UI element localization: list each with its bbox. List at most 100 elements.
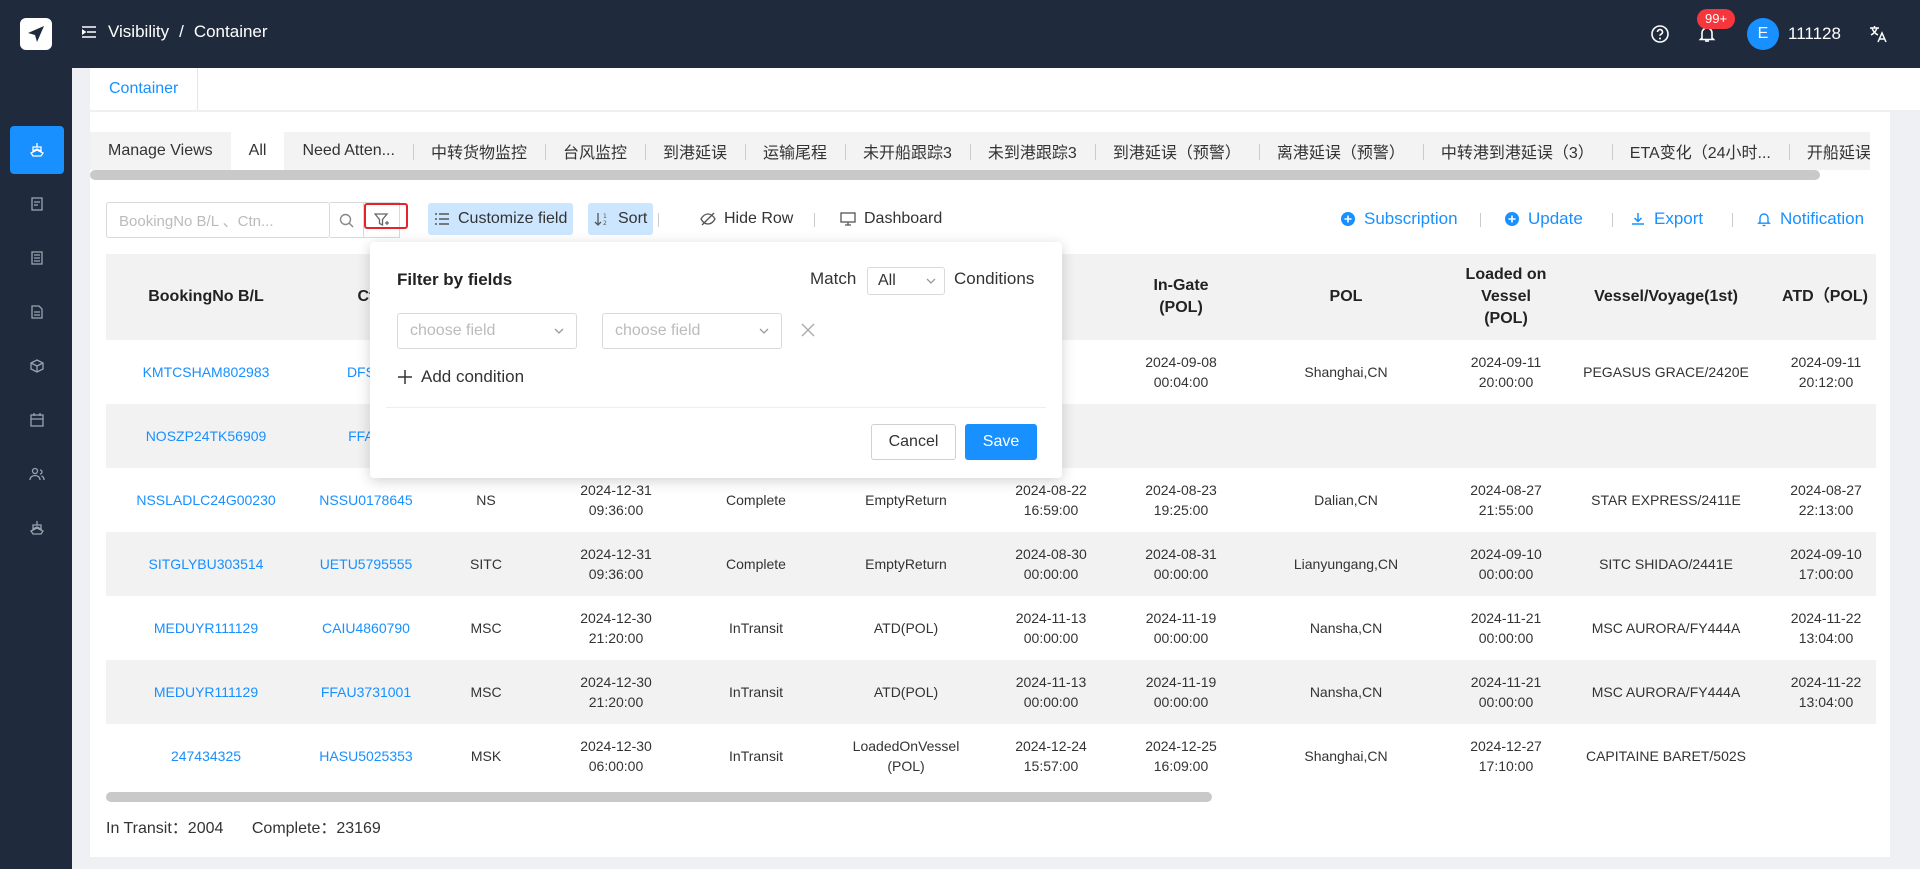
hide-row-button[interactable]: Hide Row bbox=[694, 203, 799, 235]
tab-view-7[interactable]: 未开船跟踪3 bbox=[845, 132, 970, 170]
search-icon bbox=[339, 213, 354, 227]
cell-atd-line2: 13:04:00 bbox=[1798, 630, 1854, 646]
plus-circle-icon bbox=[1505, 212, 1519, 226]
table-row[interactable]: SITGLYBU303514 UETU5795555 SITC 2024-12-31 0… bbox=[106, 532, 1876, 596]
sidebar-item-calendar[interactable] bbox=[10, 396, 64, 444]
avatar[interactable]: E bbox=[1747, 18, 1779, 50]
tab-view-5[interactable]: 到港延误 bbox=[644, 132, 745, 170]
search-input[interactable]: BookingNo B/L 、Ctn... bbox=[106, 202, 330, 238]
table-row[interactable]: MEDUYR111129 CAIU4860790 MSC 2024-12-30 21:2… bbox=[106, 596, 1876, 660]
sidebar-item-users[interactable] bbox=[10, 450, 64, 498]
cell-atd: 2024-09-11 20:12:00 bbox=[1756, 340, 1876, 404]
breadcrumb-root[interactable]: Visibility bbox=[108, 22, 169, 42]
monitor-icon bbox=[840, 212, 856, 226]
cell-booking[interactable]: SITGLYBU303514 bbox=[106, 532, 306, 596]
translate-icon[interactable] bbox=[1868, 24, 1888, 44]
tab-view-8[interactable]: 未到港跟踪3 bbox=[969, 132, 1095, 170]
customize-field-button[interactable]: Customize field bbox=[428, 203, 574, 235]
cancel-button[interactable]: Cancel bbox=[871, 424, 956, 460]
tab-view-12[interactable]: ETA变化（24小时... bbox=[1611, 132, 1789, 170]
cell-vessel: MSC AURORA/FY444A bbox=[1591, 684, 1741, 700]
header-pol[interactable]: POL bbox=[1256, 254, 1436, 340]
dashboard-button[interactable]: Dashboard bbox=[834, 203, 948, 235]
cell-gate-out: 2024-11-13 00:00:00 bbox=[986, 660, 1116, 724]
view-tabs-scrollbar[interactable] bbox=[90, 170, 1820, 180]
table-horizontal-scrollbar[interactable] bbox=[106, 792, 1212, 802]
cell-container-no[interactable]: FFAU3731001 bbox=[306, 660, 426, 724]
menu-fold-icon[interactable] bbox=[82, 25, 96, 39]
save-button[interactable]: Save bbox=[965, 424, 1037, 460]
subscription-button[interactable]: Subscription bbox=[1340, 203, 1458, 235]
cell-latest-event-line1: ATD(POL) bbox=[873, 620, 939, 636]
choose-operator-select[interactable]: choose field bbox=[602, 313, 782, 349]
cell-gate-out-line2: 00:00:00 bbox=[1023, 566, 1079, 582]
header-booking[interactable]: BookingNo B/L bbox=[106, 254, 306, 340]
help-icon[interactable] bbox=[1650, 24, 1670, 44]
sidebar-item-packages[interactable] bbox=[10, 342, 64, 390]
tab-manage-views[interactable]: Manage Views bbox=[90, 132, 231, 170]
sidebar-item-visibility[interactable] bbox=[10, 126, 64, 174]
cell-booking[interactable]: 247434325 bbox=[106, 724, 306, 788]
header-vessel[interactable]: Vessel/Voyage(1st) bbox=[1576, 254, 1756, 340]
cell-booking[interactable]: MEDUYR111129 bbox=[106, 660, 306, 724]
file-icon bbox=[31, 305, 43, 319]
cell-container-no[interactable]: CAIU4860790 bbox=[306, 596, 426, 660]
cell-vessel: SITC SHIDAO/2441E bbox=[1599, 556, 1733, 572]
search-button[interactable] bbox=[330, 202, 364, 238]
table-row[interactable]: 247434325 HASU5025353 MSK 2024-12-30 06:00:0… bbox=[106, 724, 1876, 788]
tab-view-4[interactable]: 台风监控 bbox=[544, 132, 645, 170]
table-row[interactable]: MEDUYR111129 FFAU3731001 MSC 2024-12-30 21:2… bbox=[106, 660, 1876, 724]
tab-view-6[interactable]: 运输尾程 bbox=[745, 132, 845, 170]
tab-view-11[interactable]: 中转港到港延误（3） bbox=[1422, 132, 1612, 170]
cell-eta-line2: 09:36:00 bbox=[588, 566, 644, 582]
tab-all[interactable]: All bbox=[230, 132, 285, 170]
page-tab-container[interactable]: Container bbox=[90, 68, 199, 110]
sidebar-item-list[interactable] bbox=[10, 234, 64, 282]
remove-condition-icon[interactable] bbox=[800, 322, 816, 338]
tab-view-9[interactable]: 到港延误（预警） bbox=[1094, 132, 1259, 170]
cell-booking[interactable]: KMTCSHAM802983 bbox=[106, 340, 306, 404]
cell-eta: 2024-12-30 21:20:00 bbox=[546, 660, 686, 724]
cell-atd-line1: 2024-08-27 bbox=[1790, 482, 1862, 498]
filter-popup: Filter by fields Match All Conditions ch… bbox=[370, 242, 1062, 478]
tab-view-13[interactable]: 开船延误1 bbox=[1788, 132, 1870, 170]
cell-booking[interactable]: NSSLADLC24G00230 bbox=[106, 468, 306, 532]
app-logo[interactable] bbox=[20, 18, 52, 50]
cell-container-no[interactable]: UETU5795555 bbox=[306, 532, 426, 596]
sort-button[interactable]: 12 Sort bbox=[588, 203, 654, 235]
choose-field-select[interactable]: choose field bbox=[397, 313, 577, 349]
cell-loaded: 2024-09-10 00:00:00 bbox=[1436, 532, 1576, 596]
hide-row-label: Hide Row bbox=[724, 210, 794, 227]
update-button[interactable]: Update bbox=[1504, 203, 1583, 235]
choose-field-placeholder: choose field bbox=[410, 322, 496, 339]
header-loaded[interactable]: Loaded on Vessel (POL) bbox=[1436, 254, 1576, 340]
header-ingate[interactable]: In-Gate (POL) bbox=[1116, 254, 1246, 340]
notification-button[interactable]: Notification bbox=[1756, 203, 1864, 235]
cell-eta-line2: 06:00:00 bbox=[588, 758, 644, 774]
sidebar-item-shipping[interactable] bbox=[10, 504, 64, 552]
cell-in-gate-line2: 00:00:00 bbox=[1153, 630, 1209, 646]
cell-container-no[interactable]: HASU5025353 bbox=[306, 724, 426, 788]
cell-status: InTransit bbox=[729, 684, 783, 700]
tab-view-3[interactable]: 中转货物监控 bbox=[412, 132, 545, 170]
cell-pol: Shanghai,CN bbox=[1304, 364, 1388, 380]
cell-booking[interactable]: NOSZP24TK56909 bbox=[106, 404, 306, 468]
sidebar-item-orders[interactable] bbox=[10, 180, 64, 228]
sidebar-item-documents[interactable] bbox=[10, 288, 64, 336]
breadcrumb: Visibility / Container bbox=[82, 22, 268, 42]
export-button[interactable]: Export bbox=[1630, 203, 1703, 235]
cell-loaded-line1: 2024-12-27 bbox=[1470, 738, 1542, 754]
conditions-label: Conditions bbox=[954, 269, 1035, 288]
cell-latest-event: ATD(POL) bbox=[826, 660, 986, 724]
cell-loaded-line1: 2024-11-21 bbox=[1470, 610, 1542, 626]
cell-in-gate: 2024-08-23 19:25:00 bbox=[1116, 468, 1246, 532]
username[interactable]: 111128 bbox=[1788, 24, 1841, 44]
add-condition-button[interactable]: Add condition bbox=[397, 367, 524, 387]
tab-need-attention[interactable]: Need Atten... bbox=[284, 132, 413, 170]
tab-view-10[interactable]: 离港延误（预警） bbox=[1258, 132, 1423, 170]
cell-booking[interactable]: MEDUYR111129 bbox=[106, 596, 306, 660]
chevron-down-icon bbox=[926, 278, 936, 284]
header-atd[interactable]: ATD（POL) bbox=[1756, 254, 1876, 340]
cell-atd: 2024-08-27 22:13:00 bbox=[1756, 468, 1876, 532]
match-select[interactable]: All bbox=[867, 267, 945, 295]
